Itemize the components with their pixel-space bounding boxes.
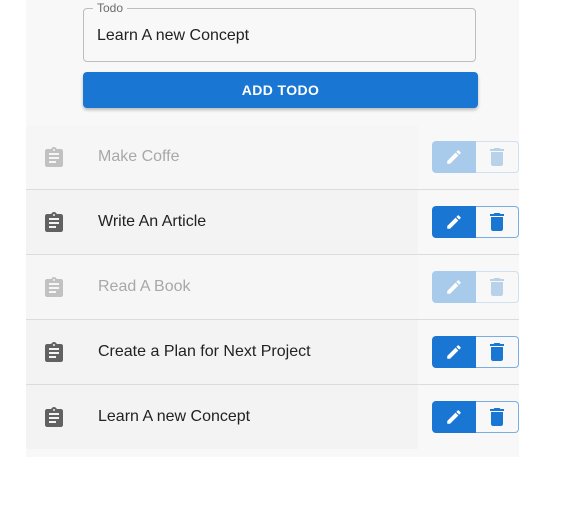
todo-item-body [26,190,418,254]
todo-item-body [26,125,418,189]
edit-button[interactable] [432,401,476,433]
delete-button[interactable] [476,271,519,303]
pencil-icon [447,150,461,164]
clipboard-icon [45,212,63,232]
pencil-icon [447,345,461,359]
trash-icon [490,343,504,361]
todo-item-actions [432,401,519,433]
delete-button[interactable] [476,401,519,433]
edit-button[interactable] [432,206,476,238]
todo-field-label: Todo [93,0,128,16]
delete-button[interactable] [476,141,519,173]
todo-item: Create a Plan for Next Project [26,320,519,385]
pencil-icon [447,280,461,294]
todo-item-text: Learn A new Concept [98,408,251,425]
delete-button[interactable] [476,336,519,368]
todo-item-text: Make Coffe [98,148,180,165]
todo-item-actions [432,271,519,303]
todo-list: Make Coffe Write An Article Read A Book … [26,125,519,449]
todo-item: Make Coffe [26,125,519,190]
delete-button[interactable] [476,206,519,238]
todo-item-text: Create a Plan for Next Project [98,343,311,360]
todo-input[interactable] [97,27,465,45]
todo-item-actions [432,336,519,368]
todo-field[interactable]: Todo [83,0,476,62]
trash-icon [490,213,504,231]
todo-item-actions [432,206,519,238]
todo-item-body [26,255,418,319]
todo-item-text: Read A Book [98,278,191,295]
todo-item: Write An Article [26,190,519,255]
add-todo-button[interactable]: ADD TODO [83,72,478,108]
edit-button[interactable] [432,141,476,173]
clipboard-icon [45,342,63,362]
trash-icon [490,278,504,296]
todo-card: Todo ADD TODO Make Coffe [26,0,519,457]
todo-item-actions [432,141,519,173]
todo-item: Read A Book [26,255,519,320]
trash-icon [490,408,504,426]
edit-button[interactable] [432,336,476,368]
trash-icon [490,148,504,166]
clipboard-icon [45,407,63,427]
pencil-icon [447,215,461,229]
edit-button[interactable] [432,271,476,303]
pencil-icon [447,410,461,424]
todo-item: Learn A new Concept [26,385,519,449]
todo-item-text: Write An Article [98,213,207,230]
clipboard-icon [45,277,63,297]
clipboard-icon [45,147,63,167]
